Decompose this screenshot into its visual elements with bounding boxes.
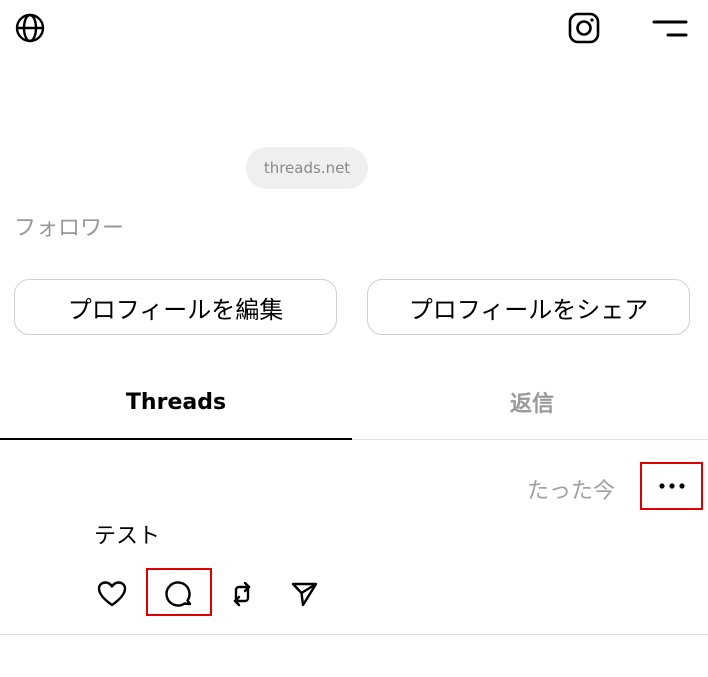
instagram-button[interactable] bbox=[564, 8, 604, 48]
domain-pill[interactable]: threads.net bbox=[246, 147, 368, 189]
globe-icon bbox=[15, 13, 45, 43]
edit-profile-button[interactable]: プロフィールを編集 bbox=[14, 279, 337, 335]
share-profile-button[interactable]: プロフィールをシェア bbox=[367, 279, 690, 335]
tab-threads[interactable]: Threads bbox=[0, 380, 352, 424]
tabs-divider bbox=[352, 439, 708, 440]
share-button[interactable] bbox=[284, 574, 324, 614]
globe-button[interactable] bbox=[10, 8, 50, 48]
heart-icon bbox=[97, 581, 127, 607]
active-tab-indicator bbox=[0, 438, 352, 440]
post-text: テスト bbox=[94, 524, 161, 549]
share-icon bbox=[291, 582, 318, 607]
repost-button[interactable] bbox=[222, 574, 262, 614]
menu-icon bbox=[652, 20, 688, 37]
highlight-box-reply bbox=[146, 568, 212, 616]
followers-count[interactable]: フォロワー bbox=[14, 210, 124, 242]
highlight-box-more bbox=[640, 462, 703, 510]
tab-replies[interactable]: 返信 bbox=[356, 380, 708, 424]
post-divider bbox=[0, 634, 708, 635]
instagram-icon bbox=[568, 12, 600, 44]
menu-button[interactable] bbox=[648, 10, 692, 46]
like-button[interactable] bbox=[92, 574, 132, 614]
post-timestamp: たった今 bbox=[527, 479, 616, 504]
repost-icon bbox=[233, 581, 251, 607]
